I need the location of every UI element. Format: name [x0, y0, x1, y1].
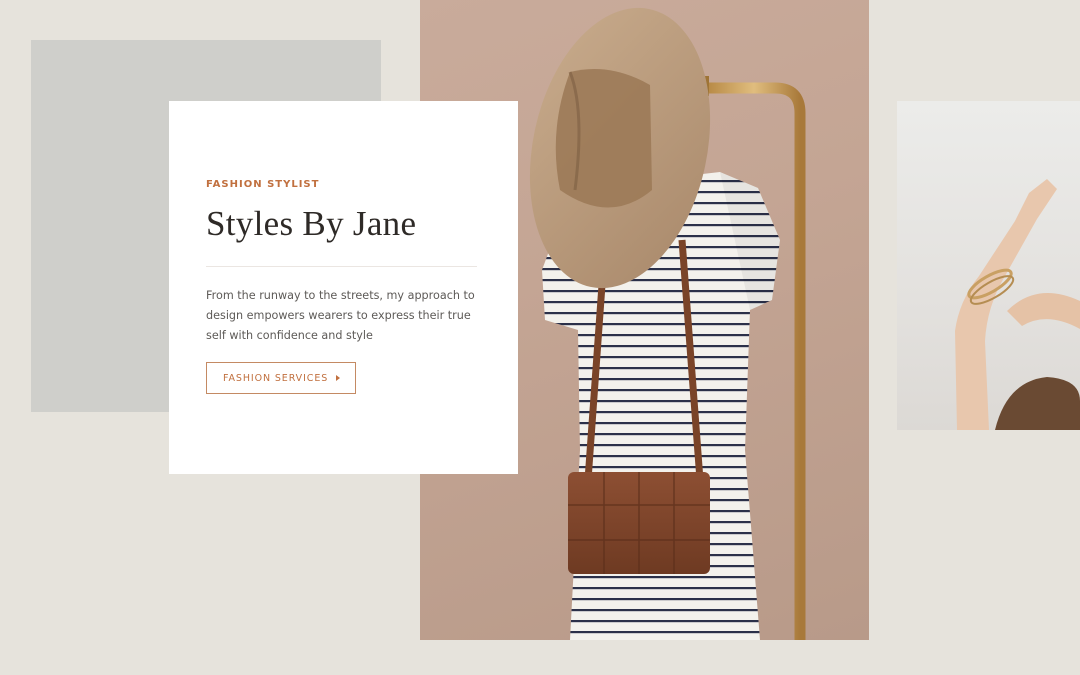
caret-right-icon: [336, 375, 341, 381]
fashion-services-button-label: FASHION SERVICES: [223, 372, 329, 384]
divider: [206, 266, 477, 267]
fashion-services-button[interactable]: FASHION SERVICES: [206, 362, 357, 394]
hero-card: FASHION STYLIST Styles By Jane From the …: [169, 101, 518, 474]
hero-description: From the runway to the streets, my appro…: [206, 289, 475, 342]
eyebrow-label: FASHION STYLIST: [206, 179, 320, 190]
page-title: Styles By Jane: [206, 204, 417, 243]
side-photo-arms: [897, 101, 1080, 430]
